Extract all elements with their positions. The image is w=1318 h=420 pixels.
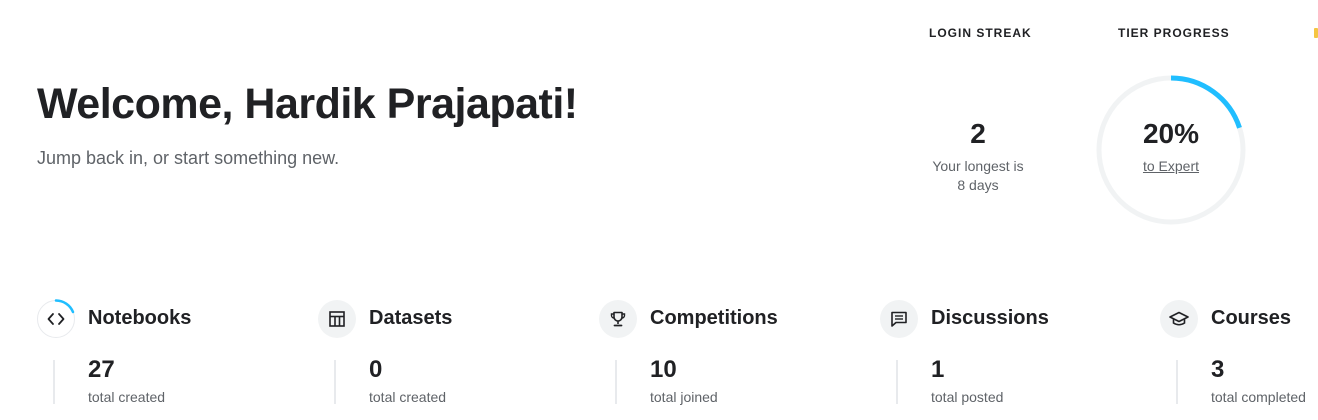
activity-caption: total completed bbox=[1211, 389, 1306, 405]
longest-streak-text: Your longest is bbox=[932, 158, 1024, 174]
activity-caption: total joined bbox=[650, 389, 718, 405]
comment-icon bbox=[891, 311, 907, 327]
activity-title[interactable]: Courses bbox=[1211, 307, 1291, 330]
activity-divider bbox=[334, 360, 336, 404]
activity-title[interactable]: Discussions bbox=[931, 307, 1049, 330]
badge-edge-marker bbox=[1314, 28, 1318, 38]
activity-count: 3 bbox=[1211, 356, 1225, 383]
notebooks-progress-arc bbox=[54, 299, 75, 314]
activity-datasets: Datasets 0 total created bbox=[318, 298, 528, 420]
activity-divider bbox=[615, 360, 617, 404]
competitions-icon-button[interactable] bbox=[599, 300, 637, 338]
activity-discussions: Discussions 1 total posted bbox=[880, 298, 1090, 420]
welcome-title: Welcome, Hardik Prajapati! bbox=[37, 80, 578, 128]
tier-progress-ring bbox=[1096, 75, 1246, 225]
tier-target: to Expert bbox=[1096, 158, 1246, 174]
activity-divider bbox=[1176, 360, 1178, 404]
table-icon bbox=[329, 311, 345, 327]
datasets-icon-button[interactable] bbox=[318, 300, 356, 338]
activity-title[interactable]: Datasets bbox=[369, 307, 452, 330]
graduation-cap-icon bbox=[1169, 311, 1189, 326]
courses-icon-button[interactable] bbox=[1160, 300, 1198, 338]
activity-count: 27 bbox=[88, 356, 115, 383]
tier-progress-label: TIER PROGRESS bbox=[1118, 26, 1230, 40]
activity-count: 1 bbox=[931, 356, 945, 383]
login-streak-value: 2 bbox=[970, 118, 986, 149]
activity-divider bbox=[896, 360, 898, 404]
activity-title[interactable]: Notebooks bbox=[88, 307, 191, 330]
activity-title[interactable]: Competitions bbox=[650, 307, 778, 330]
tier-progress-percent: 20% bbox=[1142, 118, 1200, 149]
longest-streak-days: 8 days bbox=[957, 177, 999, 193]
activity-caption: total created bbox=[88, 389, 166, 405]
welcome-subtitle: Jump back in, or start something new. bbox=[37, 148, 340, 168]
activity-divider bbox=[53, 360, 55, 404]
activity-count: 0 bbox=[369, 356, 383, 383]
tier-target-link[interactable]: to Expert bbox=[1143, 158, 1199, 174]
activity-count: 10 bbox=[650, 356, 677, 383]
activity-caption: total created bbox=[369, 389, 447, 405]
login-streak-label: LOGIN STREAK bbox=[929, 26, 1032, 40]
activity-courses: Courses 3 total completed bbox=[1160, 298, 1318, 420]
discussions-icon-button[interactable] bbox=[880, 300, 918, 338]
trophy-icon bbox=[610, 311, 626, 327]
activity-caption: total posted bbox=[931, 389, 1004, 405]
activity-notebooks: Notebooks 27 total created bbox=[37, 298, 247, 420]
activity-competitions: Competitions 10 total joined bbox=[599, 298, 809, 420]
login-streak-note: Your longest is 8 days bbox=[918, 157, 1038, 195]
